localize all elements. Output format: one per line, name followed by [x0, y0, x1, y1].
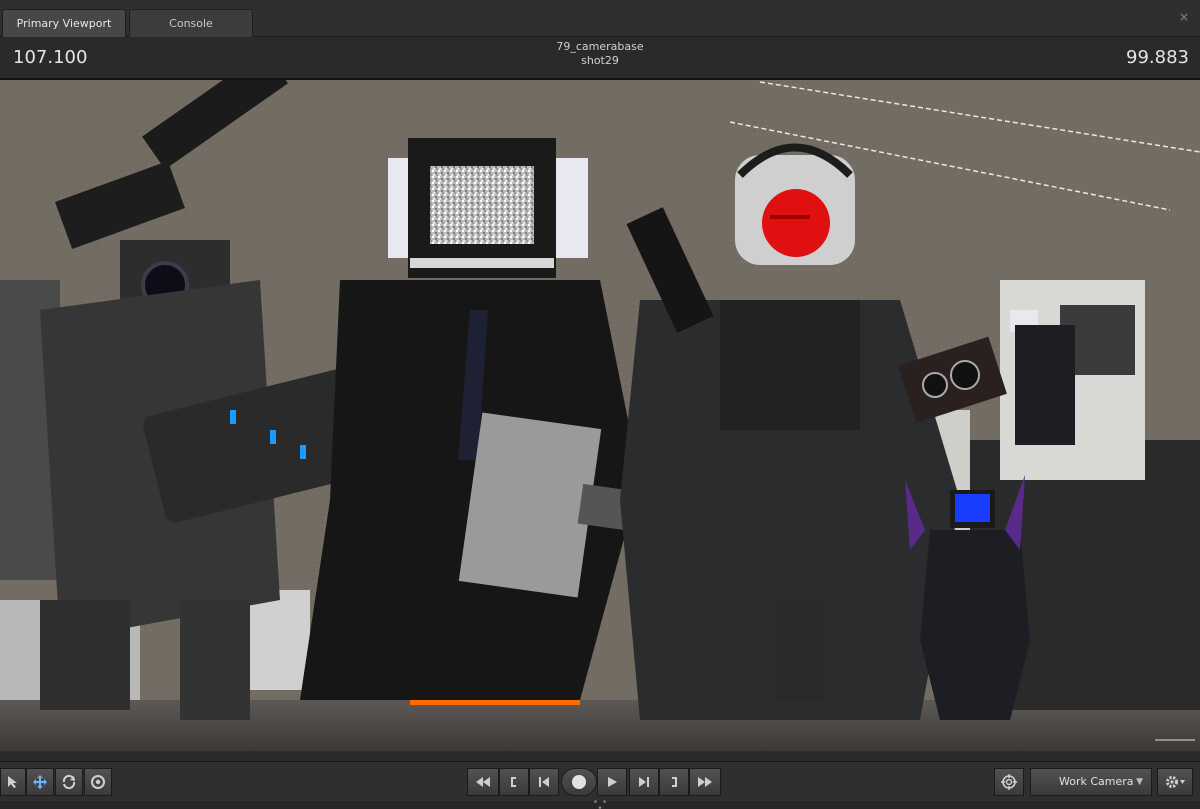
skip-start-icon[interactable] — [529, 768, 559, 796]
left-readout: 107.100 — [13, 47, 88, 68]
animation-set-name: 79_camerabase — [556, 40, 644, 53]
record-icon[interactable] — [561, 768, 597, 796]
camera-select-value: Work Camera — [1059, 775, 1134, 788]
select-arrow-icon[interactable] — [0, 768, 26, 796]
move-icon[interactable] — [26, 768, 54, 796]
skip-end-icon[interactable] — [629, 768, 659, 796]
mark-in-icon[interactable] — [499, 768, 529, 796]
gear-icon[interactable] — [1157, 768, 1193, 796]
chevron-down-icon: ▼ — [1136, 777, 1143, 787]
fast-forward-icon[interactable] — [689, 768, 721, 796]
record-dot — [572, 775, 586, 789]
rotate-icon[interactable] — [55, 768, 83, 796]
shot-name: shot29 — [581, 54, 619, 67]
tab-primary-viewport[interactable]: Primary Viewport — [2, 9, 126, 37]
shot-title: 79_camerabase shot29 — [500, 40, 700, 68]
close-icon[interactable]: × — [1178, 11, 1190, 23]
right-readout: 99.883 — [1126, 47, 1189, 68]
crosshair-icon[interactable] — [994, 768, 1024, 796]
rewind-icon[interactable] — [467, 768, 499, 796]
tab-console[interactable]: Console — [129, 9, 253, 37]
resize-grip-icon[interactable]: • • • — [588, 798, 612, 809]
tab-bar: Primary Viewport Console × — [0, 0, 1200, 37]
target-icon[interactable] — [84, 768, 112, 796]
play-icon[interactable] — [597, 768, 627, 796]
mark-out-icon[interactable] — [659, 768, 689, 796]
viewport-toolbar: Work Camera ▼ — [0, 761, 1200, 801]
viewport-info-bar: 107.100 79_camerabase shot29 99.883 — [0, 38, 1200, 76]
camera-select[interactable]: Work Camera ▼ — [1030, 768, 1152, 796]
scene-render — [0, 80, 1200, 751]
primary-viewport[interactable] — [0, 78, 1200, 751]
